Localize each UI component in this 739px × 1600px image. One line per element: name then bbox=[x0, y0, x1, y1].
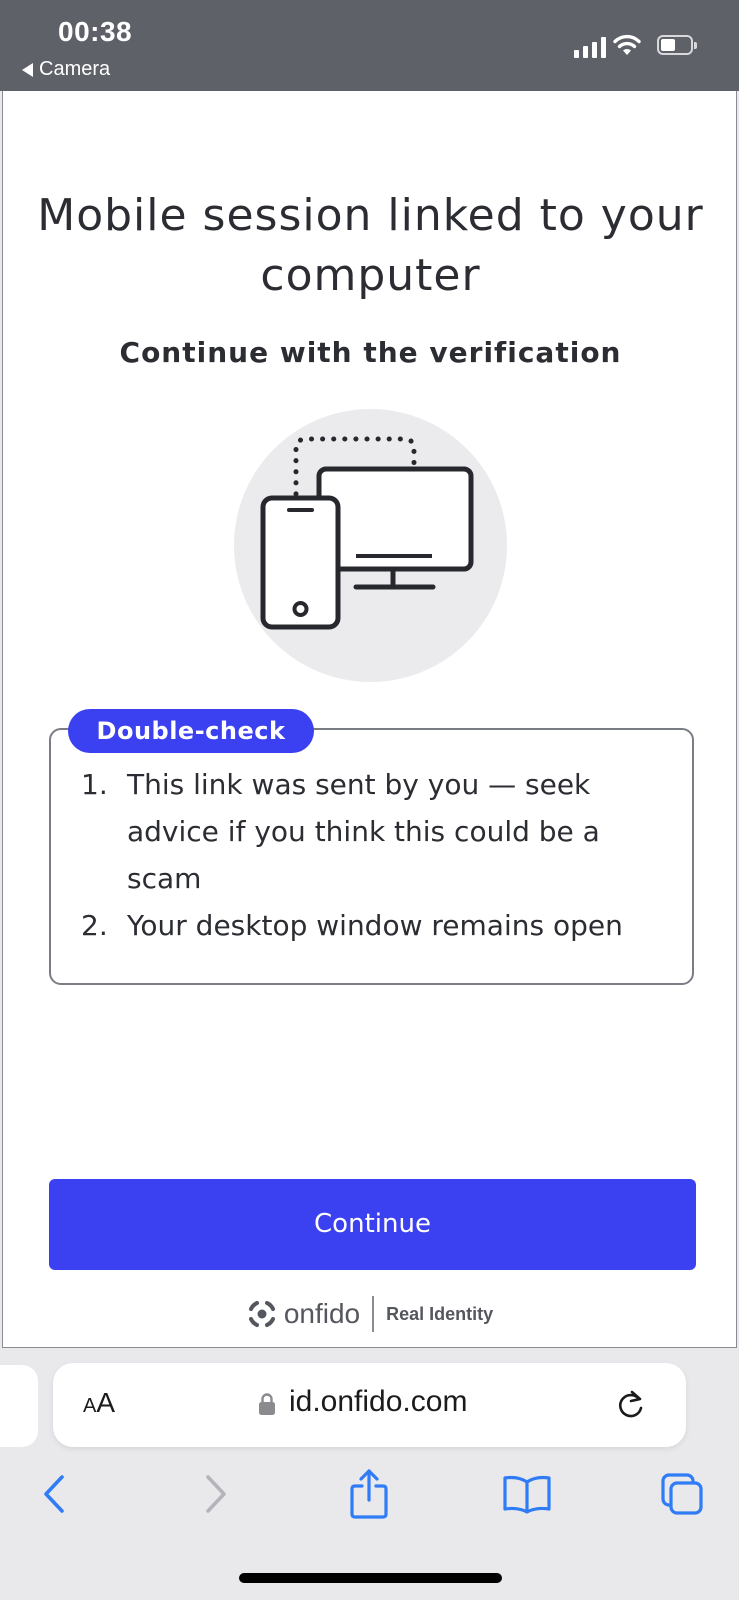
phone-computer-link-illustration bbox=[234, 409, 507, 682]
onfido-footer: onfido Real Identity bbox=[3, 1296, 738, 1332]
bookmarks-icon bbox=[503, 1475, 551, 1514]
battery-icon bbox=[657, 35, 697, 55]
list-item: 1. This link was sent by you — seek advi… bbox=[81, 761, 681, 902]
onfido-logo: onfido bbox=[248, 1298, 360, 1330]
back-to-app-link[interactable]: Camera bbox=[22, 58, 110, 81]
back-icon bbox=[44, 1475, 64, 1513]
continue-button[interactable]: Continue bbox=[49, 1179, 696, 1270]
double-check-badge: Double-check bbox=[68, 709, 314, 753]
bookmarks-button[interactable] bbox=[500, 1470, 554, 1518]
list-item-number: 1. bbox=[81, 768, 108, 801]
cellular-signal-icon bbox=[574, 36, 606, 58]
page-subtitle: Continue with the verification bbox=[119, 336, 622, 369]
home-indicator[interactable] bbox=[239, 1573, 502, 1583]
forward-icon bbox=[206, 1475, 226, 1513]
double-check-list: 1. This link was sent by you — seek advi… bbox=[81, 761, 681, 949]
page-title: Mobile session linked to your computer bbox=[37, 190, 704, 301]
list-item-text: Your desktop window remains open bbox=[127, 909, 623, 942]
previous-tab-edge[interactable] bbox=[0, 1365, 38, 1447]
share-icon bbox=[350, 1469, 388, 1519]
footer-tagline: Real Identity bbox=[386, 1303, 494, 1324]
tabs-icon bbox=[661, 1473, 703, 1515]
list-item-number: 2. bbox=[81, 909, 108, 942]
footer-divider bbox=[372, 1296, 375, 1332]
reload-icon[interactable] bbox=[614, 1388, 648, 1422]
list-item-text: This link was sent by you — seek advice … bbox=[127, 768, 600, 895]
onfido-wordmark: onfido bbox=[283, 1298, 361, 1329]
url-text: id.onfido.com bbox=[289, 1385, 468, 1418]
back-triangle-icon bbox=[22, 62, 33, 77]
share-button[interactable] bbox=[345, 1466, 393, 1522]
back-app-label: Camera bbox=[39, 58, 111, 80]
text-size-small-label: A bbox=[83, 1395, 97, 1417]
status-bar: 00:38 Camera bbox=[0, 0, 739, 91]
address-bar[interactable]: AA id.onfido.com bbox=[53, 1363, 686, 1447]
onfido-mark-icon bbox=[248, 1301, 275, 1327]
text-size-button[interactable]: AA bbox=[83, 1387, 115, 1419]
forward-button[interactable] bbox=[191, 1470, 239, 1518]
lock-icon bbox=[259, 1393, 275, 1415]
list-item: 2. Your desktop window remains open bbox=[81, 902, 681, 949]
web-content: Mobile session linked to your computer C… bbox=[2, 91, 737, 1348]
tabs-button[interactable] bbox=[658, 1470, 706, 1518]
back-button[interactable] bbox=[31, 1470, 79, 1518]
text-size-big-label: A bbox=[96, 1387, 116, 1418]
wifi-icon bbox=[613, 34, 641, 55]
status-time: 00:38 bbox=[58, 16, 133, 47]
